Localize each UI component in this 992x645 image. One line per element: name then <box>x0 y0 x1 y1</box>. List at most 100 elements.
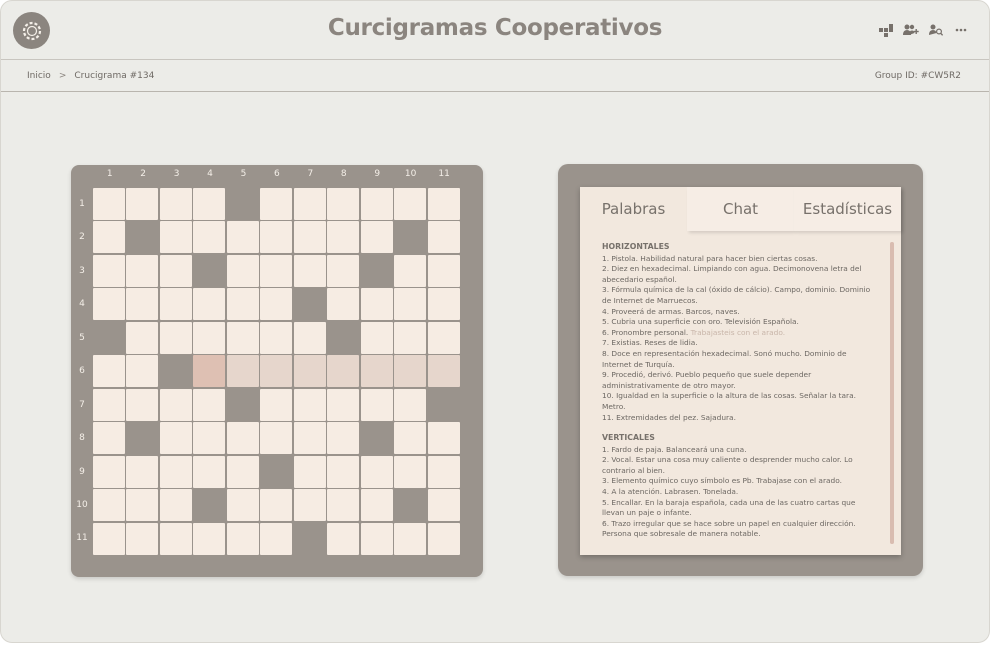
crossword-cell[interactable] <box>260 388 293 421</box>
crossword-cell[interactable] <box>293 321 326 354</box>
crossword-cell[interactable] <box>394 321 427 354</box>
crossword-cell[interactable] <box>226 254 259 287</box>
clue-vertical[interactable]: 3. Elemento químico cuyo símbolo es Pb. … <box>602 476 874 487</box>
crossword-cell[interactable] <box>93 288 125 321</box>
crossword-cell[interactable] <box>260 355 293 388</box>
crossword-cell[interactable] <box>126 455 159 488</box>
crossword-cell[interactable] <box>159 455 192 488</box>
crossword-cell[interactable] <box>427 254 460 287</box>
crossword-cell[interactable] <box>126 188 159 220</box>
crossword-cell[interactable] <box>360 388 393 421</box>
crossword-cell[interactable] <box>226 355 259 388</box>
clue-horizontal[interactable]: 9. Procedió, derivó. Pueblo pequeño que … <box>602 370 874 391</box>
crossword-cell[interactable] <box>360 355 393 388</box>
crossword-cell[interactable] <box>226 321 259 354</box>
crossword-cell[interactable] <box>260 321 293 354</box>
crossword-cell[interactable] <box>126 254 159 287</box>
crossword-cell[interactable] <box>159 321 192 354</box>
crossword-cell[interactable] <box>427 522 460 555</box>
crossword-cell[interactable] <box>260 422 293 455</box>
crossword-cell[interactable] <box>260 288 293 321</box>
clue-horizontal[interactable]: 11. Extremidades del pez. Sajadura. <box>602 413 874 424</box>
crossword-cell[interactable] <box>126 388 159 421</box>
crossword-cell[interactable] <box>193 422 226 455</box>
crossword-cell[interactable] <box>360 522 393 555</box>
crossword-cell[interactable] <box>427 188 460 220</box>
crossword-cell[interactable] <box>394 455 427 488</box>
crossword-cell[interactable] <box>293 422 326 455</box>
crossword-cell[interactable] <box>93 254 125 287</box>
crossword-cell[interactable] <box>394 422 427 455</box>
crossword-cell[interactable] <box>427 422 460 455</box>
crossword-cell[interactable] <box>260 221 293 254</box>
crossword-cell[interactable] <box>394 288 427 321</box>
clue-horizontal[interactable]: 8. Doce en representación hexadecimal. S… <box>602 349 874 370</box>
crossword-cell[interactable] <box>93 221 125 254</box>
clue-vertical[interactable]: 6. Trazo irregular que se hace sobre un … <box>602 519 874 540</box>
crossword-cell[interactable] <box>260 489 293 522</box>
crossword-cell[interactable] <box>159 188 192 220</box>
crossword-cell[interactable] <box>293 355 326 388</box>
crossword-cell[interactable] <box>226 288 259 321</box>
crossword-cell[interactable] <box>193 355 226 388</box>
crossword-cell[interactable] <box>226 489 259 522</box>
crossword-cell[interactable] <box>193 321 226 354</box>
crossword-cell[interactable] <box>226 422 259 455</box>
crossword-cell[interactable] <box>360 489 393 522</box>
clue-vertical[interactable]: 4. A la atención. Labrasen. Tonelada. <box>602 487 874 498</box>
crossword-cell[interactable] <box>159 522 192 555</box>
crossword-cell[interactable] <box>260 188 293 220</box>
clue-horizontal[interactable]: 7. Existias. Reses de lidia. <box>602 338 874 349</box>
crossword-cell[interactable] <box>193 455 226 488</box>
crossword-cell[interactable] <box>394 522 427 555</box>
crossword-cell[interactable] <box>427 355 460 388</box>
clues-scrollbar[interactable] <box>890 242 894 544</box>
crossword-cell[interactable] <box>93 455 125 488</box>
crossword-cell[interactable] <box>93 422 125 455</box>
crossword-cell[interactable] <box>360 288 393 321</box>
scrollbar-thumb[interactable] <box>890 242 894 544</box>
crossword-cell[interactable] <box>327 221 360 254</box>
crossword-cell[interactable] <box>193 221 226 254</box>
crossword-cell[interactable] <box>394 388 427 421</box>
clue-vertical[interactable]: 1. Fardo de paja. Balanceará una cuna. <box>602 445 874 456</box>
tab-estadisticas[interactable]: Estadísticas <box>794 187 901 231</box>
tab-palabras[interactable]: Palabras <box>580 187 687 231</box>
crossword-cell[interactable] <box>360 455 393 488</box>
crossword-cell[interactable] <box>159 288 192 321</box>
clue-horizontal[interactable]: 10. Igualdad en la superficie o la altur… <box>602 391 874 412</box>
clue-horizontal[interactable]: 4. Proveerá de armas. Barcos, naves. <box>602 307 874 318</box>
crossword-cell[interactable] <box>293 455 326 488</box>
crossword-cell[interactable] <box>327 422 360 455</box>
crossword-cell[interactable] <box>260 522 293 555</box>
crossword-cell[interactable] <box>327 489 360 522</box>
clue-vertical[interactable]: 2. Vocal. Estar una cosa muy caliente o … <box>602 455 874 476</box>
crossword-cell[interactable] <box>327 254 360 287</box>
crossword-cell[interactable] <box>427 221 460 254</box>
crossword-cell[interactable] <box>327 355 360 388</box>
crossword-cell[interactable] <box>159 388 192 421</box>
crossword-cell[interactable] <box>93 522 125 555</box>
crossword-cell[interactable] <box>193 188 226 220</box>
crossword-cell[interactable] <box>159 489 192 522</box>
crossword-cell[interactable] <box>193 388 226 421</box>
crossword-cell[interactable] <box>327 388 360 421</box>
more-icon[interactable] <box>953 22 969 38</box>
crossword-cell[interactable] <box>327 288 360 321</box>
crossword-cell[interactable] <box>93 489 125 522</box>
crossword-cell[interactable] <box>159 254 192 287</box>
clue-vertical[interactable]: 5. Encallar. En la baraja española, cada… <box>602 498 874 519</box>
crossword-cell[interactable] <box>293 388 326 421</box>
crossword-cell[interactable] <box>394 254 427 287</box>
clue-horizontal[interactable]: 1. Pistola. Habilidad natural para hacer… <box>602 254 874 265</box>
crossword-cell[interactable] <box>260 254 293 287</box>
crossword-cell[interactable] <box>126 355 159 388</box>
crossword-cell[interactable] <box>226 221 259 254</box>
crossword-cell[interactable] <box>226 522 259 555</box>
crossword-cell[interactable] <box>126 522 159 555</box>
tab-chat[interactable]: Chat <box>687 187 794 231</box>
crossword-cell[interactable] <box>327 522 360 555</box>
crossword-cell[interactable] <box>93 388 125 421</box>
crossword-cell[interactable] <box>93 188 125 220</box>
crossword-cell[interactable] <box>394 355 427 388</box>
